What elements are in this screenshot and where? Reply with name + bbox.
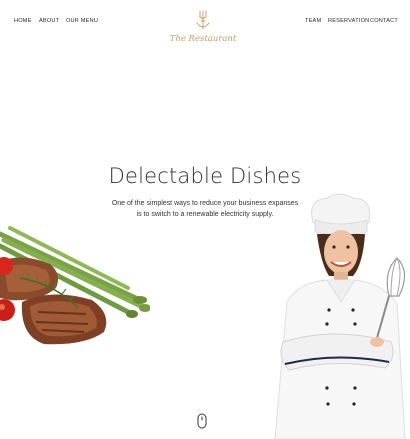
hero-title: Delectable Dishes (108, 164, 302, 188)
chef-image (274, 193, 406, 439)
nav-contact[interactable]: CONTACT (370, 18, 398, 24)
nav-our-menu[interactable]: OUR MENU (66, 18, 98, 24)
nav-team[interactable]: TEAM (305, 18, 321, 24)
nav-reservation[interactable]: RESERVATION (328, 18, 369, 24)
food-image (0, 226, 150, 345)
mouse-scroll-icon[interactable] (197, 413, 207, 429)
logo-text: The Restaurant (169, 34, 237, 44)
logo[interactable]: The Restaurant (168, 9, 238, 45)
nav-about[interactable]: ABOUT (39, 18, 59, 24)
nav-home[interactable]: HOME (14, 18, 32, 24)
anchor-fork-icon (196, 10, 210, 30)
